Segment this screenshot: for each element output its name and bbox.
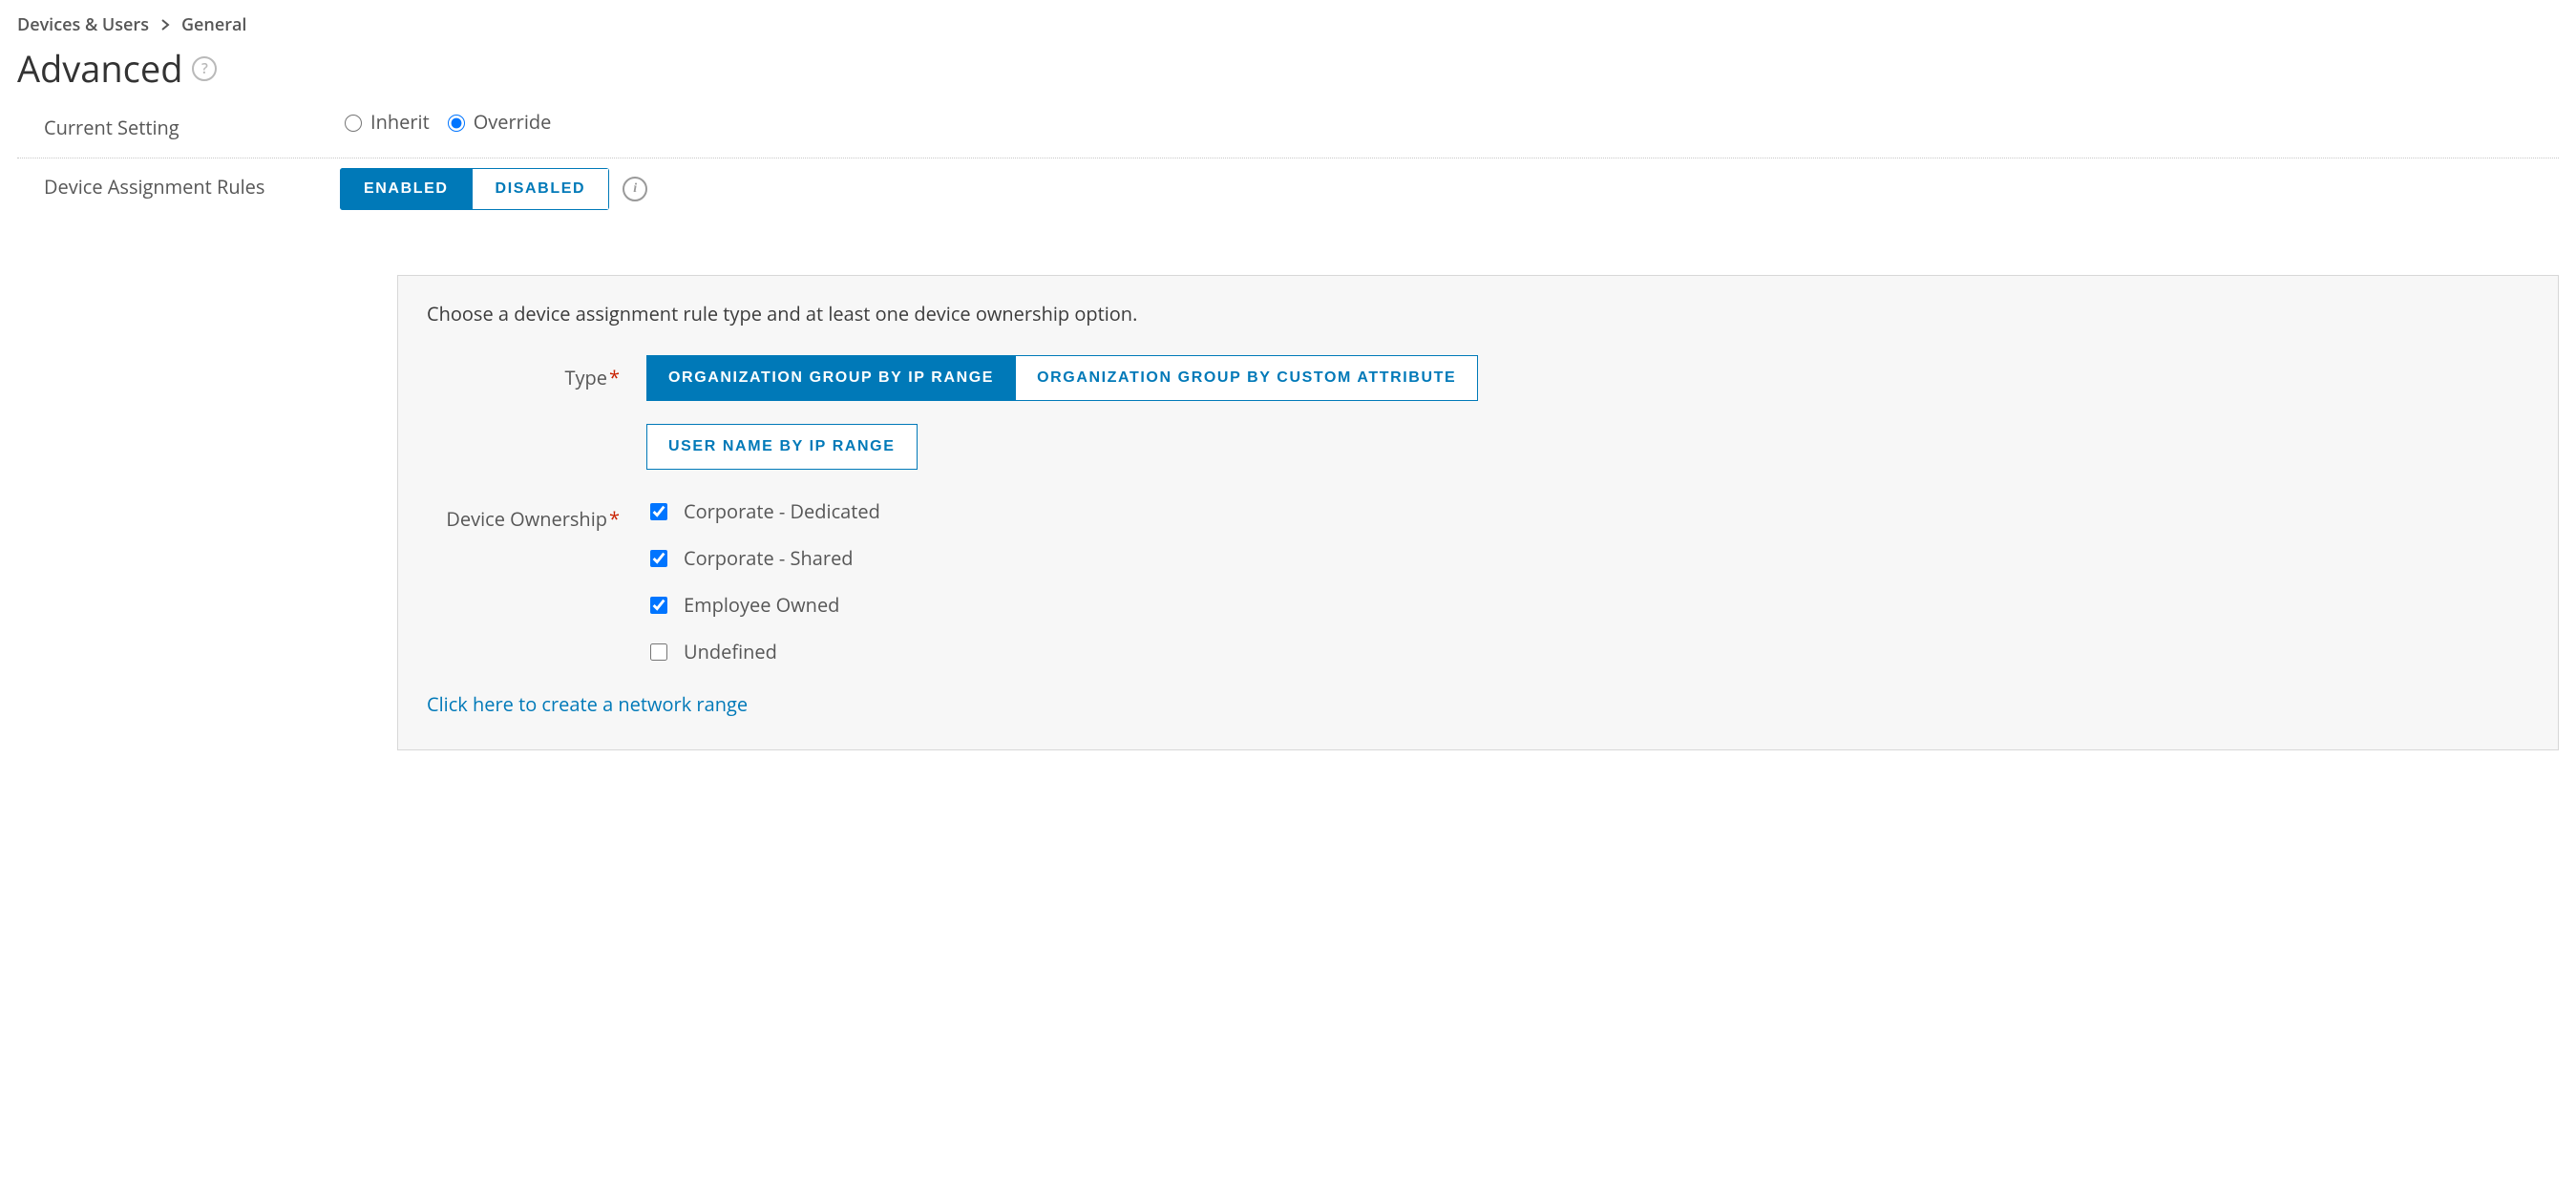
panel-intro: Choose a device assignment rule type and… xyxy=(427,301,2529,327)
breadcrumb-item[interactable]: General xyxy=(181,13,246,36)
type-option-user-name-ip-range[interactable]: USER NAME BY IP RANGE xyxy=(646,424,918,470)
ownership-option-label: Employee Owned xyxy=(684,592,839,618)
device-assignment-rules-row: Device Assignment Rules ENABLED DISABLED… xyxy=(17,158,2559,233)
chevron-right-icon xyxy=(160,19,170,31)
breadcrumb: Devices & Users General xyxy=(17,13,2559,36)
inherit-radio[interactable] xyxy=(345,115,362,132)
ownership-option-corporate-dedicated[interactable]: Corporate - Dedicated xyxy=(646,498,2529,524)
override-radio[interactable] xyxy=(448,115,465,132)
current-setting-row: Current Setting Inherit Override xyxy=(17,107,2559,158)
override-radio-label: Override xyxy=(474,109,552,135)
device-assignment-rules-label: Device Assignment Rules xyxy=(44,168,340,200)
ownership-option-employee-owned[interactable]: Employee Owned xyxy=(646,592,2529,618)
rules-panel: Choose a device assignment rule type and… xyxy=(397,275,2559,750)
ownership-checkbox[interactable] xyxy=(650,643,667,661)
ownership-option-label: Corporate - Dedicated xyxy=(684,498,880,524)
current-setting-label: Current Setting xyxy=(44,109,340,140)
inherit-radio-option[interactable]: Inherit xyxy=(340,109,430,135)
ownership-option-corporate-shared[interactable]: Corporate - Shared xyxy=(646,545,2529,571)
override-radio-option[interactable]: Override xyxy=(443,109,552,135)
ownership-option-label: Undefined xyxy=(684,639,777,664)
inherit-radio-label: Inherit xyxy=(370,109,430,135)
create-network-range-link[interactable]: Click here to create a network range xyxy=(427,691,748,717)
enabled-button[interactable]: ENABLED xyxy=(340,168,473,210)
type-label: Type* xyxy=(427,355,646,390)
ownership-option-label: Corporate - Shared xyxy=(684,545,854,571)
page-title: Advanced xyxy=(17,44,182,94)
disabled-button[interactable]: DISABLED xyxy=(473,168,610,210)
breadcrumb-item[interactable]: Devices & Users xyxy=(17,13,149,36)
enabled-disabled-toggle: ENABLED DISABLED xyxy=(340,168,609,210)
ownership-options: Corporate - Dedicated Corporate - Shared… xyxy=(646,496,2529,664)
ownership-option-undefined[interactable]: Undefined xyxy=(646,639,2529,664)
device-ownership-label: Device Ownership* xyxy=(427,496,646,532)
info-icon[interactable]: i xyxy=(623,177,647,201)
help-icon[interactable]: ? xyxy=(192,56,217,81)
type-option-org-group-ip-range[interactable]: ORGANIZATION GROUP BY IP RANGE xyxy=(646,355,1016,401)
type-options: ORGANIZATION GROUP BY IP RANGE ORGANIZAT… xyxy=(646,355,2529,470)
ownership-checkbox[interactable] xyxy=(650,597,667,614)
type-option-org-group-custom-attribute[interactable]: ORGANIZATION GROUP BY CUSTOM ATTRIBUTE xyxy=(1016,355,1478,401)
ownership-checkbox[interactable] xyxy=(650,503,667,520)
ownership-checkbox[interactable] xyxy=(650,550,667,567)
